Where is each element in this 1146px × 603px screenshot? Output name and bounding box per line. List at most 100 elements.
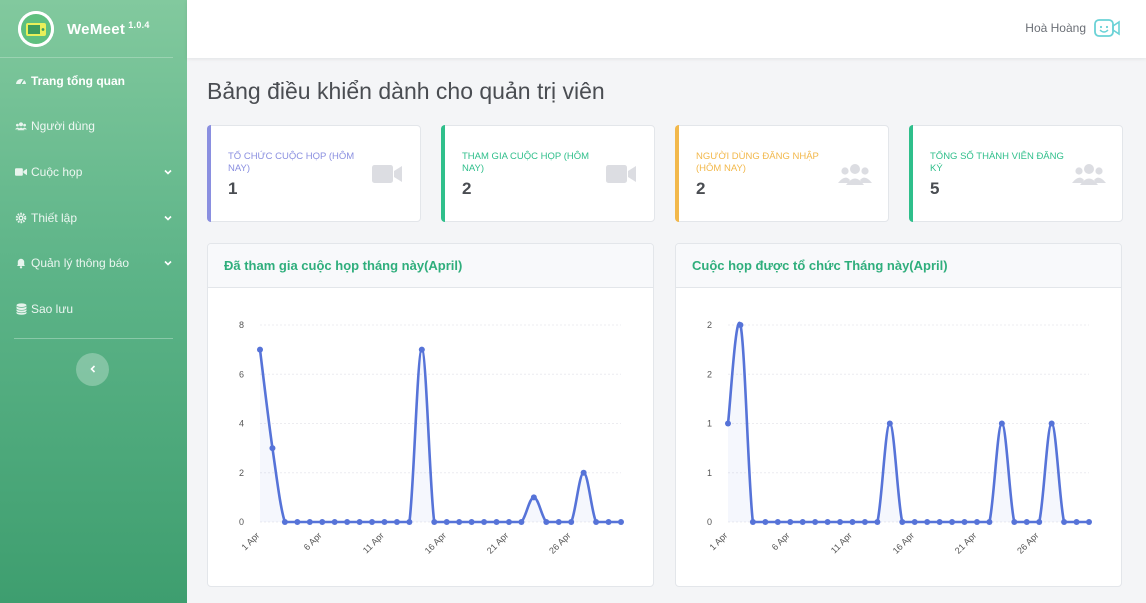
data-point [1048, 420, 1055, 427]
data-point [936, 519, 943, 525]
data-point [443, 519, 450, 525]
card-value: 1 [228, 179, 238, 198]
x-tick-label: 6 Apr [302, 530, 324, 552]
x-tick-label: 21 Apr [953, 530, 978, 555]
sidebar-toggle-button[interactable] [76, 352, 109, 386]
data-point [737, 322, 744, 328]
user-name: Hoà Hoàng [1025, 21, 1086, 35]
chart-grid [260, 324, 621, 523]
sidebar-item-5[interactable]: Sao lưu [0, 286, 187, 332]
y-tick-label: 2 [239, 468, 244, 478]
dashboard-icon [15, 75, 27, 87]
data-point [481, 519, 488, 525]
stat-card-0: TỔ CHỨC CUỘC HỌP (HÔM NAY) 1 [207, 125, 421, 222]
x-tick-label: 21 Apr [485, 530, 510, 555]
y-tick-label: 6 [239, 369, 244, 379]
data-point [799, 519, 806, 525]
x-tick-label: 26 Apr [547, 530, 572, 555]
y-tick-label: 2 [707, 369, 712, 379]
y-tick-label: 0 [239, 517, 244, 527]
chevron-left-icon [89, 365, 95, 373]
data-point [787, 519, 794, 525]
data-point [431, 519, 438, 525]
data-point [418, 346, 425, 353]
video-icon [15, 166, 27, 178]
data-point [269, 445, 276, 452]
data-point [344, 519, 351, 525]
topbar: Hoà Hoàng [187, 0, 1146, 58]
sidebar-item-2[interactable]: Cuộc họp [0, 149, 187, 195]
data-point [456, 519, 463, 525]
sidebar-item-0[interactable]: Trang tổng quan [0, 58, 187, 104]
series-area [260, 349, 621, 522]
data-point [319, 519, 326, 525]
series-line [726, 321, 1089, 524]
card-accent [909, 125, 913, 222]
data-point [861, 519, 868, 525]
data-point [568, 519, 575, 525]
gear-icon [15, 212, 27, 224]
chart-title: Cuộc họp được tổ chức Tháng này(April) [676, 244, 1121, 288]
video-user-icon [1094, 19, 1120, 37]
data-point [493, 519, 500, 525]
data-point [812, 519, 819, 525]
sidebar-item-4[interactable]: Quản lý thông báo [0, 240, 187, 286]
page-title: Bảng điều khiển dành cho quản trị viên [207, 78, 605, 104]
video-camera-icon [604, 161, 638, 187]
stat-card-3: TỔNG SỐ THÀNH VIÊN ĐĂNG KÝ 5 [909, 125, 1123, 222]
series-area [728, 322, 1089, 522]
data-point [849, 519, 856, 525]
data-point [381, 519, 388, 525]
joined-meetings-chart: 0 2 4 6 8 1 Apr 6 Apr 11 Apr 16 Apr 21 Apr 26 Apr [239, 320, 624, 556]
users-icon [15, 120, 27, 132]
hosted-meetings-chart: 011221 Apr 6 Apr 11 Apr 16 Apr 21 Apr 26 Apr [707, 320, 1092, 556]
sidebar-nav: Trang tổng quan Người dùng Cuộc họp Thiết l… [0, 58, 187, 332]
app-version: 1.0.4 [128, 19, 150, 30]
data-point [998, 420, 1005, 427]
y-tick-label: 2 [707, 320, 712, 330]
card-label: TỔNG SỐ THÀNH VIÊN ĐĂNG KÝ [930, 151, 1064, 174]
app-name: WeMeet 1.0.4 [67, 19, 150, 38]
sidebar-item-label: Sao lưu [31, 301, 74, 316]
sidebar-item-label: Người dùng [31, 119, 95, 134]
sidebar-item-1[interactable]: Người dùng [0, 104, 187, 150]
data-point [986, 519, 993, 525]
data-point [886, 420, 893, 427]
series-line [258, 348, 621, 524]
x-tick-label: 11 Apr [829, 530, 854, 555]
stat-card-2: NGƯỜI DÙNG ĐĂNG NHẬP (HÔM NAY) 2 [675, 125, 889, 222]
card-value: 2 [696, 179, 706, 198]
x-tick-label: 16 Apr [891, 530, 916, 555]
database-icon [15, 303, 27, 315]
data-point [837, 519, 844, 525]
data-point [824, 519, 831, 525]
data-point [973, 519, 980, 525]
data-point [1036, 519, 1043, 525]
user-menu[interactable]: Hoà Hoàng [1025, 17, 1120, 39]
sidebar-item-label: Quản lý thông báo [31, 256, 130, 271]
sidebar-item-3[interactable]: Thiết lập [0, 195, 187, 241]
hosted-meetings-chart-panel: Cuộc họp được tổ chức Tháng này(April) 0… [675, 243, 1122, 587]
users-group-icon [1072, 161, 1106, 187]
x-tick-label: 1 Apr [239, 530, 261, 552]
card-label: TỔ CHỨC CUỘC HỌP (HÔM NAY) [228, 151, 355, 174]
data-point [369, 519, 376, 525]
data-point [949, 519, 956, 525]
data-point [468, 519, 475, 525]
data-point [257, 346, 263, 353]
joined-meetings-chart-panel: Đã tham gia cuộc họp tháng này(April) 0 2… [207, 243, 654, 587]
chevron-down-icon [163, 258, 173, 268]
data-point [281, 519, 288, 525]
brand[interactable]: WeMeet 1.0.4 [0, 0, 173, 58]
y-tick-label: 4 [239, 419, 244, 429]
x-tick-label: 16 Apr [423, 530, 448, 555]
card-accent [441, 125, 445, 222]
data-point [1023, 519, 1030, 525]
y-tick-label: 1 [707, 419, 712, 429]
data-point [1086, 519, 1092, 525]
data-point [580, 469, 587, 476]
sidebar-divider [14, 337, 173, 339]
data-point [393, 519, 400, 525]
data-point [725, 420, 731, 427]
data-point [331, 519, 338, 525]
